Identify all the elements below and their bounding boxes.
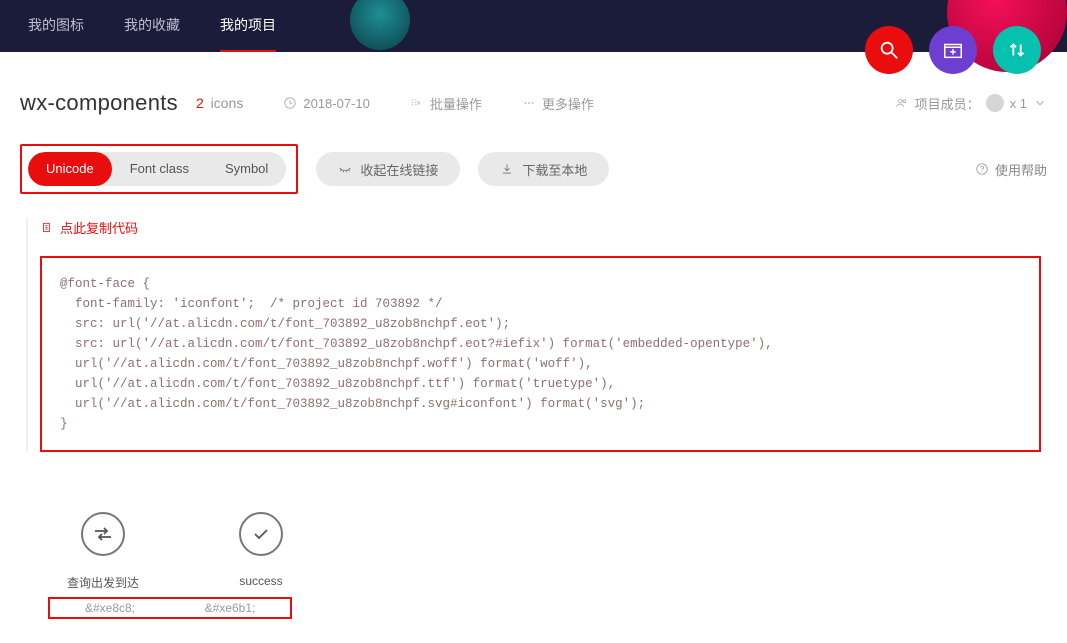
icon-count: 2 icons: [196, 95, 243, 111]
chevron-down-icon: [1033, 96, 1047, 110]
download-button[interactable]: 下载至本地: [478, 152, 609, 186]
swap-icon: [91, 522, 115, 546]
members-label: 项目成员：: [915, 94, 980, 113]
clock-icon: [283, 96, 297, 110]
project-name: wx-components: [20, 90, 178, 116]
search-icon: [878, 39, 900, 61]
batch-icon: [410, 96, 424, 110]
folder-plus-icon: [942, 39, 964, 61]
batch-label: 批量操作: [430, 94, 482, 113]
icon-count-unit: icons: [211, 95, 244, 111]
code-section: 点此复制代码 @font-face { font-family: 'iconfo…: [26, 218, 1041, 452]
project-date: 2018-07-10: [283, 96, 370, 111]
sort-icon: [1006, 39, 1028, 61]
action-row: Unicode Font class Symbol 收起在线链接 下载至本地 使…: [20, 144, 1047, 194]
copy-icon: [40, 221, 54, 235]
icon-glyph: [81, 512, 125, 556]
icon-card[interactable]: success: [206, 512, 316, 595]
icon-card[interactable]: 查询出发到达: [48, 512, 158, 595]
members-count: x 1: [1010, 96, 1027, 111]
mode-fontclass[interactable]: Font class: [112, 152, 207, 186]
mode-switch: Unicode Font class Symbol: [28, 152, 286, 186]
code-content: @font-face { font-family: 'iconfont'; /*…: [60, 274, 1021, 434]
project-title-row: wx-components 2 icons 2018-07-10 批量操作 更多…: [20, 90, 1047, 116]
more-action[interactable]: 更多操作: [522, 94, 594, 113]
help-icon: [975, 162, 989, 176]
collapse-link-button[interactable]: 收起在线链接: [316, 152, 460, 186]
icon-codes-highlight: &#xe8c8; &#xe6b1;: [48, 597, 292, 619]
help-button[interactable]: 使用帮助: [975, 160, 1047, 179]
more-label: 更多操作: [542, 94, 594, 113]
help-label: 使用帮助: [995, 160, 1047, 179]
project-date-text: 2018-07-10: [303, 96, 370, 111]
float-actions: [865, 26, 1041, 74]
icon-name: success: [239, 574, 282, 588]
content-area: wx-components 2 icons 2018-07-10 批量操作 更多…: [0, 52, 1067, 643]
avatar: [986, 94, 1004, 112]
icon-name: 查询出发到达: [67, 574, 139, 591]
mode-unicode[interactable]: Unicode: [28, 152, 112, 186]
search-button[interactable]: [865, 26, 913, 74]
mode-symbol[interactable]: Symbol: [207, 152, 286, 186]
tab-my-projects[interactable]: 我的项目: [200, 0, 296, 52]
mode-switch-highlight: Unicode Font class Symbol: [20, 144, 298, 194]
eye-close-icon: [338, 162, 352, 176]
icon-preview-row: 查询出发到达 success: [48, 512, 1047, 595]
download-icon: [500, 162, 514, 176]
sort-button[interactable]: [993, 26, 1041, 74]
add-project-button[interactable]: [929, 26, 977, 74]
download-label: 下载至本地: [522, 160, 587, 179]
collapse-link-label: 收起在线链接: [360, 160, 438, 179]
tab-my-favorites[interactable]: 我的收藏: [104, 0, 200, 52]
icon-count-number: 2: [196, 95, 204, 111]
icon-glyph: [239, 512, 283, 556]
code-box[interactable]: @font-face { font-family: 'iconfont'; /*…: [40, 256, 1041, 452]
copy-code-label: 点此复制代码: [60, 218, 138, 237]
tab-my-icons[interactable]: 我的图标: [8, 0, 104, 52]
project-members[interactable]: 项目成员： x 1: [895, 94, 1047, 113]
batch-action[interactable]: 批量操作: [410, 94, 482, 113]
copy-code-button[interactable]: 点此复制代码: [40, 218, 138, 237]
icon-codes-row: &#xe8c8; &#xe6b1;: [48, 597, 1047, 619]
members-icon: [895, 96, 909, 110]
check-icon: [249, 522, 273, 546]
more-icon: [522, 96, 536, 110]
